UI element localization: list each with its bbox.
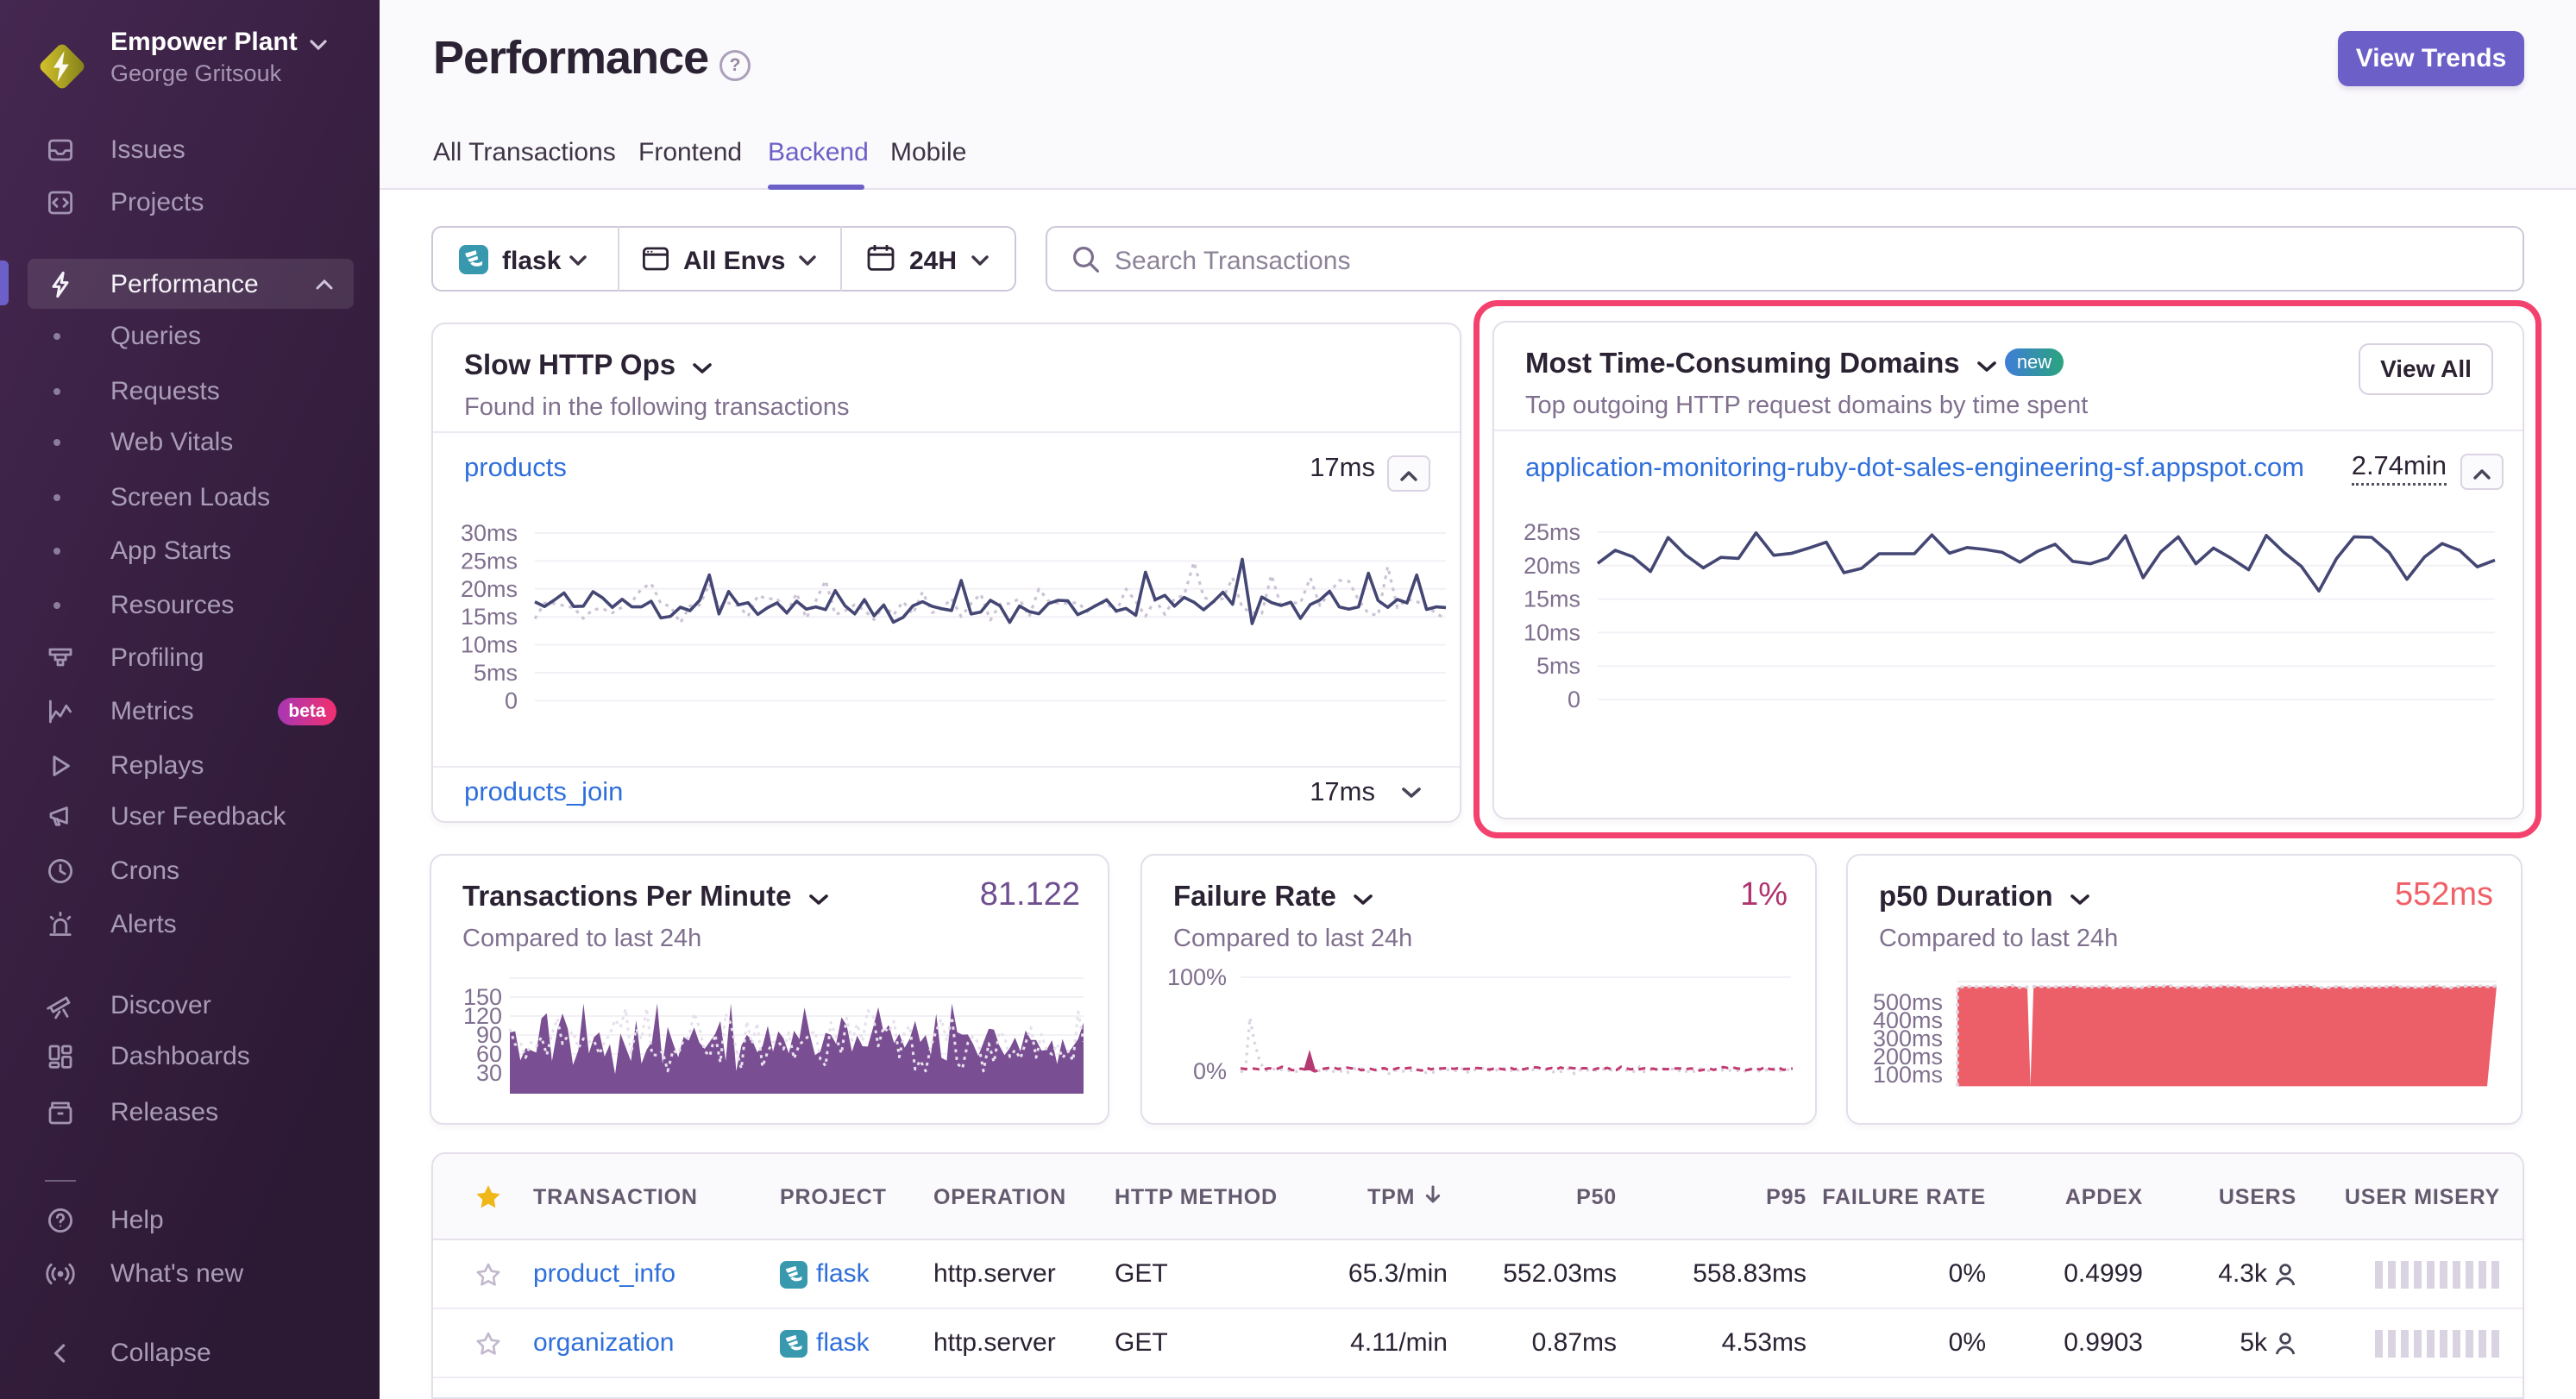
svg-text:10ms: 10ms xyxy=(461,632,518,658)
svg-text:0: 0 xyxy=(1568,687,1580,712)
svg-text:30: 30 xyxy=(476,1060,502,1086)
svg-text:25ms: 25ms xyxy=(461,548,518,574)
svg-text:0: 0 xyxy=(505,687,518,713)
svg-text:25ms: 25ms xyxy=(1524,519,1580,545)
svg-text:100%: 100% xyxy=(1167,964,1227,990)
svg-text:15ms: 15ms xyxy=(1524,587,1580,612)
svg-text:5ms: 5ms xyxy=(474,660,518,686)
svg-text:10ms: 10ms xyxy=(1524,619,1580,645)
svg-text:30ms: 30ms xyxy=(461,520,518,546)
svg-text:20ms: 20ms xyxy=(461,576,518,602)
svg-text:0%: 0% xyxy=(1193,1058,1227,1084)
svg-text:5ms: 5ms xyxy=(1536,653,1580,679)
svg-text:100ms: 100ms xyxy=(1873,1062,1943,1088)
svg-text:15ms: 15ms xyxy=(461,604,518,630)
svg-text:20ms: 20ms xyxy=(1524,553,1580,579)
